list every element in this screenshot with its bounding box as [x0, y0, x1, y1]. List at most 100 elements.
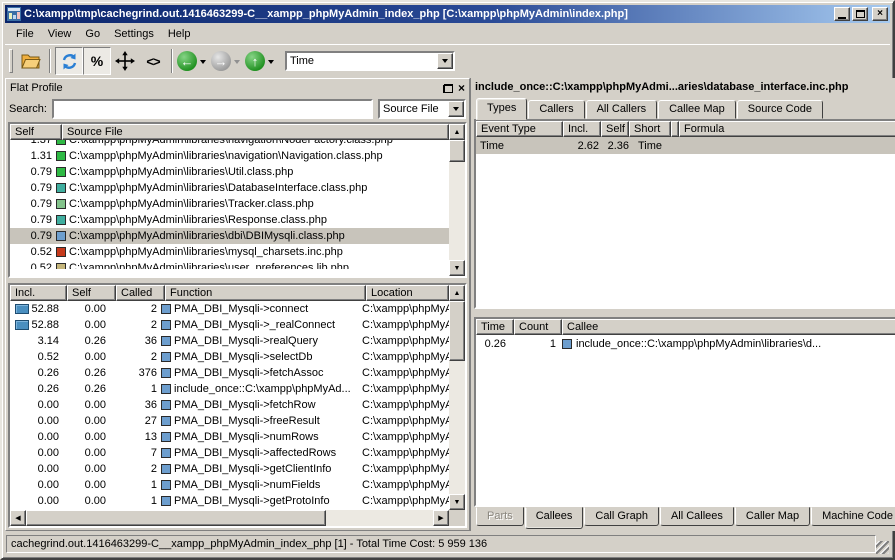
column-header-formula[interactable]: Formula — [679, 121, 895, 137]
detail-bottom-tab[interactable]: Call Graph — [584, 507, 659, 526]
detail-bottom-tab[interactable]: Caller Map — [735, 507, 810, 526]
menu-settings[interactable]: Settings — [107, 26, 161, 42]
menu-view[interactable]: View — [41, 26, 79, 42]
column-header-callee[interactable]: Callee — [562, 319, 895, 335]
function-row[interactable]: 0.00 0.00 1 PMA_DBI_Mysqli->numFields C:… — [10, 477, 449, 493]
function-row[interactable]: 0.26 0.26 1 include_once::C:\xampp\phpMy… — [10, 381, 449, 397]
detail-bottom-tab[interactable]: Parts — [476, 507, 524, 526]
column-header-short[interactable]: Short — [629, 121, 671, 137]
column-header-function[interactable]: Function — [165, 285, 366, 301]
maximize-button[interactable] — [852, 7, 868, 21]
detail-tab[interactable]: All Callers — [586, 100, 658, 119]
menu-file[interactable]: File — [9, 26, 41, 42]
callee-row[interactable]: 0.26 1 include_once::C:\xampp\phpMyAdmin… — [476, 335, 895, 352]
scroll-track[interactable] — [449, 361, 465, 494]
column-header-count[interactable]: Count — [514, 319, 562, 335]
function-row[interactable]: 0.00 0.00 7 PMA_DBI_Mysqli->affectedRows… — [10, 445, 449, 461]
toolbar-handle[interactable] — [9, 49, 13, 73]
group-by-select[interactable]: Source File — [378, 99, 466, 119]
up-button[interactable]: ↑ — [245, 51, 265, 71]
function-list-hscrollbar[interactable]: ◀ ▶ — [10, 510, 449, 526]
function-incl: 0.00 — [38, 415, 59, 427]
function-row[interactable]: 3.14 0.26 36 PMA_DBI_Mysqli->realQuery C… — [10, 333, 449, 349]
file-row[interactable]: 0.52 C:\xampp\phpMyAdmin\libraries\user_… — [10, 260, 465, 269]
scroll-track[interactable] — [326, 510, 433, 526]
back-button[interactable]: ← — [177, 51, 197, 71]
column-header-incl[interactable]: Incl. — [10, 285, 67, 301]
column-header-incl[interactable]: Incl. — [563, 121, 601, 137]
function-row[interactable]: 0.52 0.00 2 PMA_DBI_Mysqli->selectDb C:\… — [10, 349, 449, 365]
menu-go[interactable]: Go — [78, 26, 107, 42]
file-path: C:\xampp\phpMyAdmin\libraries\DatabaseIn… — [69, 182, 367, 194]
column-header-event-type[interactable]: Event Type — [476, 121, 563, 137]
column-header-self[interactable]: Self — [10, 124, 62, 140]
file-row[interactable]: 0.79 C:\xampp\phpMyAdmin\libraries\Datab… — [10, 180, 465, 196]
event-type-select[interactable]: Time — [285, 51, 455, 71]
combo-arrow-button[interactable] — [437, 53, 453, 69]
scroll-thumb[interactable] — [449, 140, 465, 162]
scroll-thumb[interactable] — [449, 301, 465, 361]
file-path: C:\xampp\phpMyAdmin\libraries\navigation… — [69, 140, 393, 146]
column-header-source-file[interactable]: Source File — [62, 124, 449, 140]
minimize-button[interactable] — [834, 7, 850, 21]
function-row[interactable]: 0.00 0.00 27 PMA_DBI_Mysqli->freeResult … — [10, 413, 449, 429]
file-row[interactable]: 0.79 C:\xampp\phpMyAdmin\libraries\Respo… — [10, 212, 465, 228]
shorten-templates-button[interactable]: <> — [139, 47, 167, 75]
combo-arrow-button[interactable] — [448, 101, 464, 117]
detail-bottom-tab[interactable]: All Callees — [660, 507, 734, 526]
scroll-down-icon[interactable]: ▼ — [449, 260, 465, 276]
close-panel-icon[interactable]: × — [458, 84, 465, 93]
relative-percent-button[interactable]: % — [83, 47, 111, 75]
function-row[interactable]: 0.00 0.00 2 PMA_DBI_Mysqli->getClientInf… — [10, 461, 449, 477]
resize-grip[interactable] — [876, 541, 889, 554]
file-row[interactable]: 0.79 C:\xampp\phpMyAdmin\libraries\dbi\D… — [10, 228, 465, 244]
menu-help[interactable]: Help — [161, 26, 198, 42]
scroll-up-icon[interactable]: ▲ — [449, 124, 465, 140]
search-input[interactable] — [52, 99, 373, 119]
up-dropdown[interactable] — [268, 60, 274, 67]
scroll-right-icon[interactable]: ▶ — [433, 510, 449, 526]
function-self: 0.00 — [63, 479, 112, 491]
event-type-row[interactable]: Time 2.62 2.36 Time — [476, 137, 895, 154]
file-list-vscrollbar[interactable]: ▲ ▼ — [449, 124, 465, 276]
column-header-called[interactable]: Called — [116, 285, 165, 301]
scroll-thumb[interactable] — [26, 510, 326, 526]
function-incl: 3.14 — [38, 335, 59, 347]
detect-cycles-button[interactable] — [55, 47, 83, 75]
scroll-down-icon[interactable]: ▼ — [449, 494, 465, 510]
column-header-self[interactable]: Self — [601, 121, 629, 137]
title-bar[interactable]: C:\xampp\tmp\cachegrind.out.1416463299-C… — [5, 5, 890, 23]
file-row[interactable]: 1.37 C:\xampp\phpMyAdmin\libraries\navig… — [10, 140, 465, 148]
function-row[interactable]: 52.88 0.00 2 PMA_DBI_Mysqli->connect C:\… — [10, 301, 449, 317]
file-group-icon — [56, 183, 66, 193]
detail-tab[interactable]: Source Code — [737, 100, 823, 119]
float-panel-icon[interactable] — [443, 84, 453, 93]
detail-tab[interactable]: Callers — [528, 100, 584, 119]
column-header-location[interactable]: Location — [366, 285, 449, 301]
scroll-up-icon[interactable]: ▲ — [449, 285, 465, 301]
detail-bottom-tab[interactable]: Machine Code — [811, 507, 895, 526]
function-list-vscrollbar[interactable]: ▲ ▼ — [449, 285, 465, 510]
expand-button[interactable] — [111, 47, 139, 75]
back-dropdown[interactable] — [200, 60, 206, 67]
file-row[interactable]: 0.79 C:\xampp\phpMyAdmin\libraries\Util.… — [10, 164, 465, 180]
close-button[interactable]: × — [872, 7, 888, 21]
detail-tab[interactable]: Callee Map — [658, 100, 736, 119]
panel-title: Flat Profile — [10, 82, 443, 94]
open-file-button[interactable] — [17, 47, 45, 75]
function-row[interactable]: 0.00 0.00 1 PMA_DBI_Mysqli->getProtoInfo… — [10, 493, 449, 509]
function-row[interactable]: 52.88 0.00 2 PMA_DBI_Mysqli->_realConnec… — [10, 317, 449, 333]
function-row[interactable]: 0.26 0.26 376 PMA_DBI_Mysqli->fetchAssoc… — [10, 365, 449, 381]
detail-tab[interactable]: Types — [476, 98, 527, 120]
scroll-track[interactable] — [449, 162, 465, 260]
column-header-self[interactable]: Self — [67, 285, 116, 301]
detail-bottom-tab[interactable]: Callees — [525, 507, 584, 529]
function-row[interactable]: 0.00 0.00 36 PMA_DBI_Mysqli->fetchRow C:… — [10, 397, 449, 413]
function-row[interactable]: 0.00 0.00 13 PMA_DBI_Mysqli->numRows C:\… — [10, 429, 449, 445]
function-name: PMA_DBI_Mysqli->numFields — [174, 479, 320, 491]
scroll-left-icon[interactable]: ◀ — [10, 510, 26, 526]
file-row[interactable]: 1.31 C:\xampp\phpMyAdmin\libraries\navig… — [10, 148, 465, 164]
file-row[interactable]: 0.52 C:\xampp\phpMyAdmin\libraries\mysql… — [10, 244, 465, 260]
column-header-time[interactable]: Time — [476, 319, 514, 335]
file-row[interactable]: 0.79 C:\xampp\phpMyAdmin\libraries\Track… — [10, 196, 465, 212]
